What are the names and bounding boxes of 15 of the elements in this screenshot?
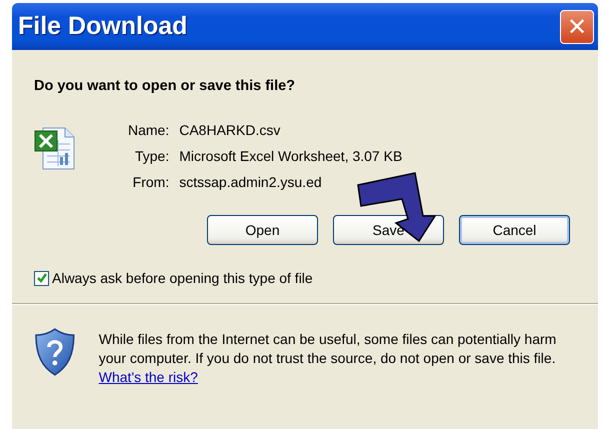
checkbox-label: Always ask before opening this type of file xyxy=(52,270,313,286)
dialog-button[interactable]: Open xyxy=(207,215,318,245)
field-value: sctssap.admin2.ysu.ed xyxy=(179,174,323,190)
field-label: From: xyxy=(132,174,170,190)
checkbox[interactable] xyxy=(34,270,49,286)
field-label: Type: xyxy=(134,148,170,164)
dialog-button[interactable]: Cancel xyxy=(459,215,570,245)
risk-link[interactable]: What's the risk? xyxy=(98,369,198,385)
field-value: CA8HARKD.csv xyxy=(179,122,282,138)
field-value: Microsoft Excel Worksheet, 3.07 KB xyxy=(179,148,402,164)
field-label: Name: xyxy=(128,122,170,138)
question-text: Do you want to open or save this file? xyxy=(34,78,296,94)
warning-text: While files from the Internet can be useful, some files can potentially harm your computer. If you do not trust the source, do not open or save this file. What's the risk? xyxy=(98,330,558,387)
window-title: File Download xyxy=(18,12,188,41)
shield-help-icon xyxy=(34,327,76,377)
